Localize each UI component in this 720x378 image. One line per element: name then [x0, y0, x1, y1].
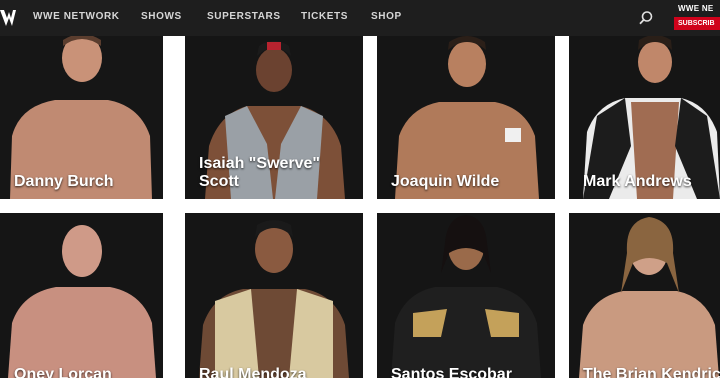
nav-tickets[interactable]: TICKETS [301, 11, 348, 22]
superstar-photo [391, 215, 541, 378]
superstar-card-oney-lorcan[interactable]: Oney Lorcan [0, 213, 163, 378]
superstar-name[interactable]: Danny Burch [14, 173, 114, 191]
superstar-name[interactable]: Mark Andrews [583, 173, 692, 191]
top-navbar: WWE NETWORK SHOWS SUPERSTARS TICKETS SHO… [0, 0, 720, 36]
superstar-card-santos-escobar[interactable]: Santos Escobar [377, 213, 555, 378]
wwe-network-label[interactable]: WWE NE [678, 4, 714, 13]
nav-shop[interactable]: SHOP [371, 11, 402, 22]
superstar-card-isaiah-swerve-scott[interactable]: Isaiah "Swerve" Scott [185, 36, 363, 199]
superstar-card-the-brian-kendrick[interactable]: The Brian Kendrick [569, 213, 720, 378]
nav-superstars[interactable]: SUPERSTARS [207, 11, 281, 22]
wwe-logo-icon[interactable] [0, 6, 16, 30]
superstar-card-joaquin-wilde[interactable]: Joaquin Wilde [377, 36, 555, 199]
superstar-photo [579, 217, 719, 378]
superstar-photo [8, 225, 156, 378]
superstar-name[interactable]: Isaiah "Swerve" Scott [199, 155, 320, 191]
superstar-name[interactable]: Santos Escobar [391, 366, 512, 378]
superstar-card-danny-burch[interactable]: Danny Burch [0, 36, 163, 199]
nav-wwe-network[interactable]: WWE NETWORK [33, 11, 120, 22]
superstar-name[interactable]: Oney Lorcan [14, 366, 112, 378]
subscribe-button[interactable]: SUBSCRIB [674, 17, 720, 30]
search-icon[interactable] [638, 10, 654, 26]
superstar-name[interactable]: Raul Mendoza [199, 366, 307, 378]
superstar-card-raul-mendoza[interactable]: Raul Mendoza [185, 213, 363, 378]
superstar-card-mark-andrews[interactable]: Mark Andrews [569, 36, 720, 199]
nav-shows[interactable]: SHOWS [141, 11, 182, 22]
superstar-name[interactable]: The Brian Kendrick [583, 366, 720, 378]
superstar-photo [199, 220, 349, 378]
superstar-name[interactable]: Joaquin Wilde [391, 173, 499, 191]
